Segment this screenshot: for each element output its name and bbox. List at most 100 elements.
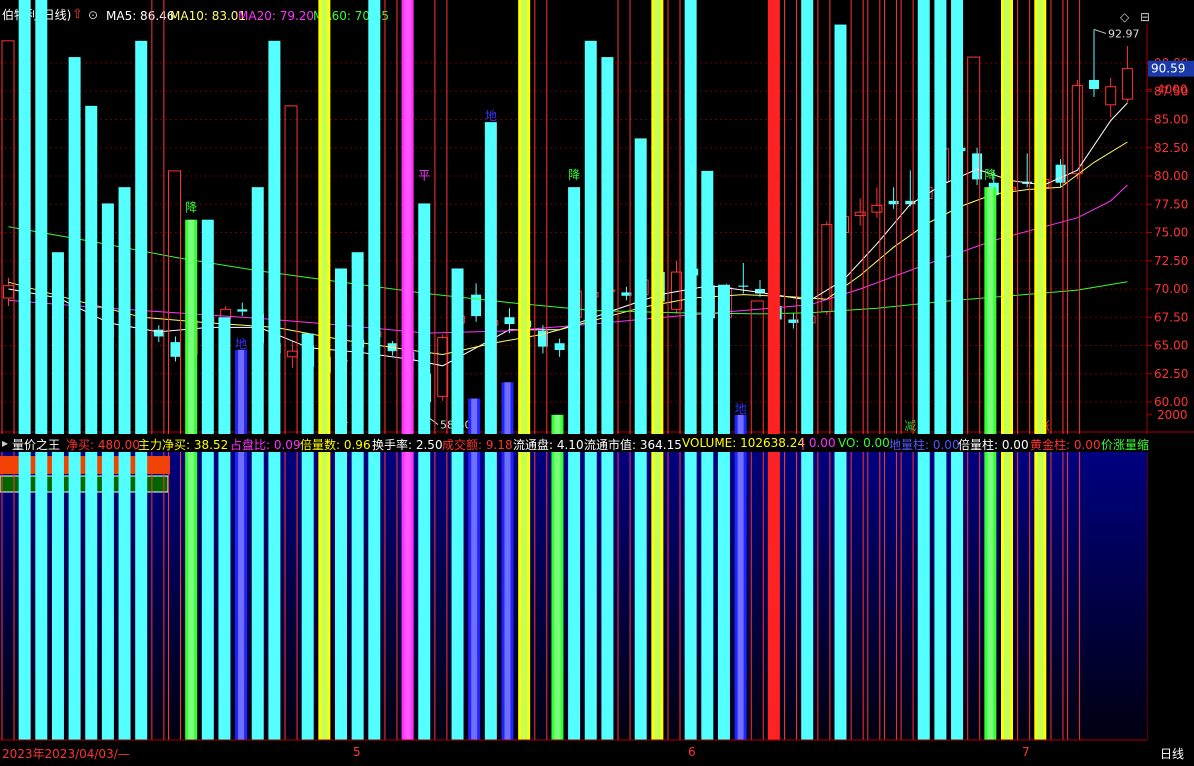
volume-bar-down [717,284,730,740]
volume-bar-down [351,252,364,740]
price-tick-label: 85.00 [1154,113,1188,127]
volume-bar-inner [987,187,994,740]
volume-bar-down [684,0,697,740]
volume-bar-down [951,0,964,740]
readout-turnover: 换手率: 2.50 [372,438,443,452]
indicator-info-bar: ▸ 量价之王 净买: 480.00 主力净买: 38.52 占盘比: 0.09 … [0,434,1194,452]
readout-double-vol: 倍量数: 0.96 [300,438,371,452]
indicator-name: 量价之王 [12,438,61,452]
volume-bar-inner [1037,0,1044,740]
volume-bar-down [584,40,597,740]
readout-float: 流通盘: 4.10 [513,438,584,452]
candle-body-down [170,342,181,357]
volume-bar-red [767,0,780,740]
chart-svg: 60.0062.5065.0067.5070.0072.5075.0077.50… [0,0,1194,741]
candle-body-down [1089,79,1099,89]
volume-bar-inner [521,0,528,740]
volume-bar-inner [737,414,744,740]
candle-body-down [471,294,482,317]
volume-bar-down [934,0,947,740]
price-tick-label: 82.50 [1154,141,1188,155]
volume-bar-label: 地 [735,402,747,416]
readout-ground-vol: 地量柱: 0.00 [889,438,960,452]
volume-bar-label: 降 [185,201,197,215]
month-5-label: 5 [353,745,361,759]
volume-bar-down [601,57,614,740]
volume-bar-down [251,187,264,740]
volume-bar-inner [238,349,245,740]
candle-body-up [437,337,449,397]
volume-bar-down [568,187,581,740]
candle-body-down [888,200,899,205]
candle-body-up [220,308,232,319]
candle-body-up [1071,85,1083,175]
volume-bar-down [68,57,81,740]
volume-bar-down [917,0,930,741]
volume-bar-down [51,252,64,740]
readout-golden-bar: 黄金柱: 0.00 [1030,438,1101,452]
candle-body-down [1055,164,1066,183]
price-tick-label: 70.00 [1154,282,1188,296]
volume-bar-down [118,187,131,740]
date-display: 2023年2023/04/03/— [2,747,130,761]
period-label[interactable]: 日线 [1160,745,1184,762]
candle-body-up [1105,86,1117,106]
candle-body-up [3,285,14,299]
month-6-label: 6 [688,745,696,759]
high-label: 92.97 [1108,27,1140,40]
volume-bar-inner [321,0,328,741]
readout-pipe: | 0.00 [801,436,836,450]
volume-bar-down [451,268,464,740]
candle-body-down [504,317,515,325]
month-7-label: 7 [1022,745,1030,759]
volume-bar-inner [404,0,411,740]
readout-double-bar: 倍量柱: 0.00 [958,438,1029,452]
volume-bar-down [85,105,98,741]
dropdown-arrow-icon[interactable]: ▸ [2,436,8,450]
candle-body-up [286,350,298,358]
volume-bar-down [368,0,381,740]
candle-body-down [738,285,749,287]
candle-body-up [854,211,866,217]
volume-bar-label: 降 [568,168,580,182]
readout-main-net-buy: 主力净买: 38.52 [138,438,229,452]
volume-bar-inner [654,0,661,740]
volume-bar-down [301,333,314,740]
price-tick-label: 75.00 [1154,226,1188,240]
volume-bar-inner [1004,0,1010,741]
readout-price-up-vol-down: 价涨量缩 [1101,438,1150,452]
readout-amount: 成交额: 9.18 [442,438,513,452]
volume-bar-down [18,0,31,740]
readout-float-cap: 流通市值: 364.15 [584,438,682,452]
candle-body-down [237,309,248,312]
readout-vo: VO: 0.00 [838,436,890,450]
current-price-label: 90.59 [1151,62,1185,76]
price-tick-label: 80.00 [1154,169,1188,183]
volume-bar-down [101,203,114,741]
volume-bar-down [335,268,347,740]
volume-bar-down [834,24,847,741]
volume-bar-down [418,203,431,741]
readout-net-buy: 净买: 480.00 [66,438,140,452]
price-tick-label: 77.50 [1154,197,1188,211]
volume-tick-label: 4000 [1157,83,1188,97]
bottom-axis-bar: 2023年2023/04/03/— 5 6 7 日线 [0,744,1194,766]
volume-bar-label: 地 [235,337,247,351]
volume-bar-down [801,0,814,740]
price-tick-label: 72.50 [1154,254,1188,268]
volume-tick-label: 2000 [1157,408,1188,422]
volume-bar-label: 降 [984,168,996,182]
candle-body-up [1121,68,1133,100]
volume-bar-down [701,170,714,740]
price-tick-label: 67.50 [1154,310,1188,324]
volume-bar-down [268,40,281,740]
volume-bar-inner [554,414,561,740]
volume-bar-down [201,219,214,740]
volume-bar-down [484,122,497,741]
readout-volume: VOLUME: 102638.24 [682,436,805,450]
volume-bar-label: 平 [418,168,430,182]
candle-body-down [972,153,983,180]
volume-bar-down [218,317,231,740]
volume-bar-down [35,0,48,741]
volume-bar-label: 地 [485,109,497,123]
